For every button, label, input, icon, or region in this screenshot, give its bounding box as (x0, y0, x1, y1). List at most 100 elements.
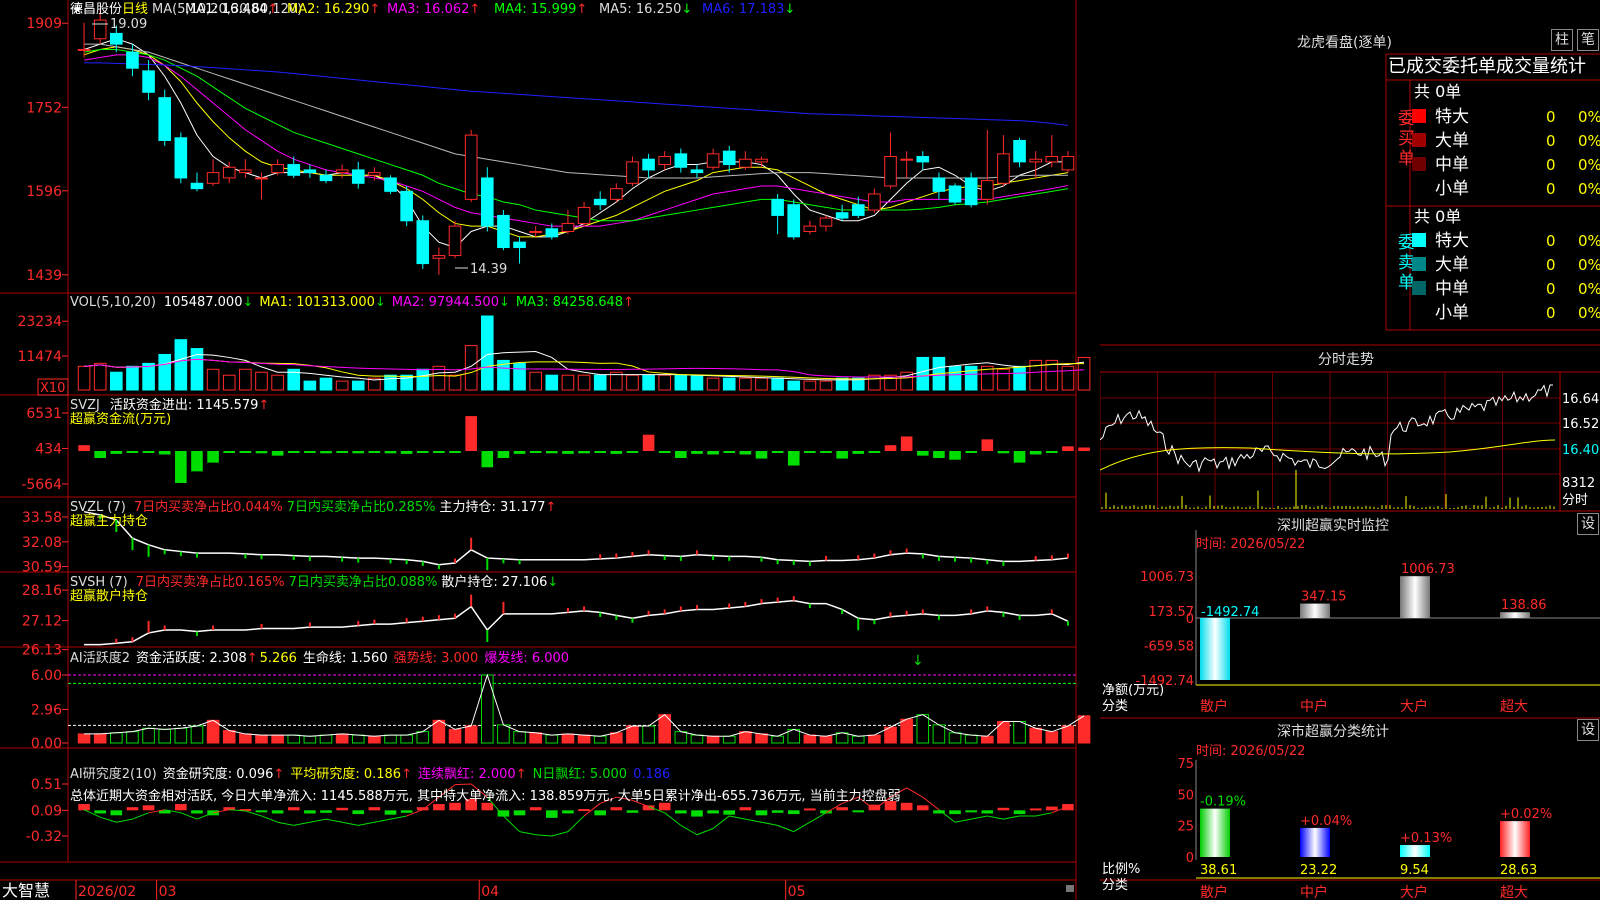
sell-row-pct: 0% (1578, 256, 1600, 274)
activity-bar (126, 731, 139, 744)
research-bar (755, 810, 768, 816)
activity-bar (368, 735, 381, 744)
activity-bar (561, 733, 575, 744)
research-bar (675, 810, 687, 814)
candle-body (206, 172, 220, 184)
candle-body (1045, 156, 1059, 163)
candle-body (593, 198, 607, 206)
candle-body (577, 206, 591, 224)
ai-n-day-avg: 0.186 (633, 767, 670, 782)
activity-bar (948, 732, 962, 744)
column-view-button[interactable]: 柱 (1551, 29, 1573, 51)
ai-research-value: 资金研究度: 0.096 (163, 766, 274, 782)
y-tick-label: 32.08 (22, 535, 62, 551)
candle-body (932, 177, 946, 192)
research-line (745, 818, 762, 823)
x-date-label: 04 (481, 884, 499, 900)
research-line (809, 812, 827, 823)
buy-row-name: 特大 (1435, 107, 1469, 127)
research-line (455, 783, 472, 786)
candle-body (787, 204, 801, 238)
candle-body (464, 134, 478, 200)
fund-flow-bar (529, 451, 542, 453)
volume-bar (642, 374, 655, 391)
fund-flow-bar (255, 451, 268, 454)
activity-bar (771, 735, 784, 744)
activity-bar (577, 734, 591, 744)
sell-row-count: 0 (1546, 280, 1556, 298)
fund-flow-bar (691, 451, 703, 454)
research-line (519, 831, 536, 836)
classify-bar (1400, 845, 1430, 857)
activity-bar (835, 732, 849, 744)
research-line (551, 831, 569, 837)
activity-bar (851, 735, 865, 744)
ma-value-text: MA5: 16.250 (599, 2, 681, 17)
ai-summary-text: 总体近期大资金相对活跃, 今日大单净流入: 1145.588万元, 其中特大单净… (70, 788, 901, 804)
svzj-arrow: ↑ (258, 398, 269, 413)
activity-bar (448, 728, 462, 744)
activity-bar (1013, 720, 1026, 744)
volume-bar (755, 377, 768, 391)
monitor-category: 散户 (1200, 698, 1228, 715)
y-tick-label: 434 (35, 441, 62, 457)
candle-body (1013, 139, 1026, 163)
volume-bar (690, 374, 704, 391)
classify-change: +0.04% (1300, 814, 1352, 829)
monitor-bar-value: 1006.73 (1401, 562, 1455, 577)
fund-flow-bar (949, 451, 961, 460)
fund-flow-bar (771, 451, 784, 453)
volume-bar (787, 380, 801, 391)
right-panel: 已成交委托单成交量统计委买单委卖单共 0单共 0单特大 0 0%大单 0 0%中单 0 0%… (1100, 53, 1600, 900)
svzl-ratio-1: 7日内买卖净占比0.044% (134, 499, 283, 515)
candle-body (674, 153, 688, 168)
buy-row-count: 0 (1546, 108, 1556, 126)
fund-flow-bar (497, 451, 510, 458)
ai-research-header: AI研究度2(10) 资金研究度: 0.096↑ 平均研究度: 0.186↑ 连续飘红… (70, 766, 670, 782)
research-bar (513, 810, 526, 816)
y-tick-label: 23234 (17, 314, 62, 330)
kline-chart-area[interactable]: 1909175215961439德昌股份日线 MA(5,10,20,30,60,1… (0, 0, 1100, 900)
research-bar (626, 810, 639, 813)
volume-bar (174, 339, 188, 391)
volume-bar (93, 362, 107, 391)
tick-view-button[interactable]: 笔 (1577, 29, 1599, 51)
volume-bar (319, 377, 333, 391)
research-line (1035, 812, 1052, 817)
classify-cat-label: 分类 (1102, 878, 1128, 893)
volume-bar (448, 374, 462, 391)
research-bar (78, 804, 90, 811)
fund-flow-bar (368, 451, 381, 453)
y-tick-label: 1596 (26, 184, 62, 200)
research-bar (400, 810, 413, 813)
monitor-bar (1400, 576, 1430, 618)
svzl-label: SVZL (7) (70, 500, 126, 515)
volume-bar (819, 380, 833, 391)
candle-body (77, 48, 91, 51)
intraday-vol-unit: 分时 (1562, 493, 1588, 508)
ma-arrow: ↑ (469, 2, 480, 17)
volume-bar (239, 368, 252, 391)
volume-bar (513, 362, 526, 391)
svsh-position: 散户持仓: 27.106 (441, 574, 547, 590)
research-line (535, 834, 552, 837)
svzj-title: 活跃资金进出: 1145.579 (110, 397, 259, 413)
classify-settings-button[interactable]: 设 (1577, 719, 1599, 741)
activity-bar (593, 735, 607, 744)
fund-flow-bar (965, 451, 977, 453)
research-line (261, 815, 278, 823)
classify-y-tick: 75 (1177, 757, 1194, 772)
sell-swatch (1412, 257, 1426, 271)
fund-flow-bar (900, 436, 913, 451)
candle-body (771, 198, 784, 216)
volume-bar (529, 371, 542, 391)
activity-bar (1061, 725, 1075, 744)
stock-terminal-app: 1909 1752 1596 1439 德昌股份日线 MA(5,10,20,30,60,1… (0, 0, 1600, 900)
volume-bar (303, 380, 317, 391)
monitor-settings-button[interactable]: 设 (1577, 513, 1599, 535)
activity-bar (932, 724, 946, 744)
buy-row-count: 0 (1546, 156, 1556, 174)
candle-body (739, 158, 752, 168)
volume-bar (626, 374, 639, 391)
fund-flow-bar (158, 451, 171, 455)
